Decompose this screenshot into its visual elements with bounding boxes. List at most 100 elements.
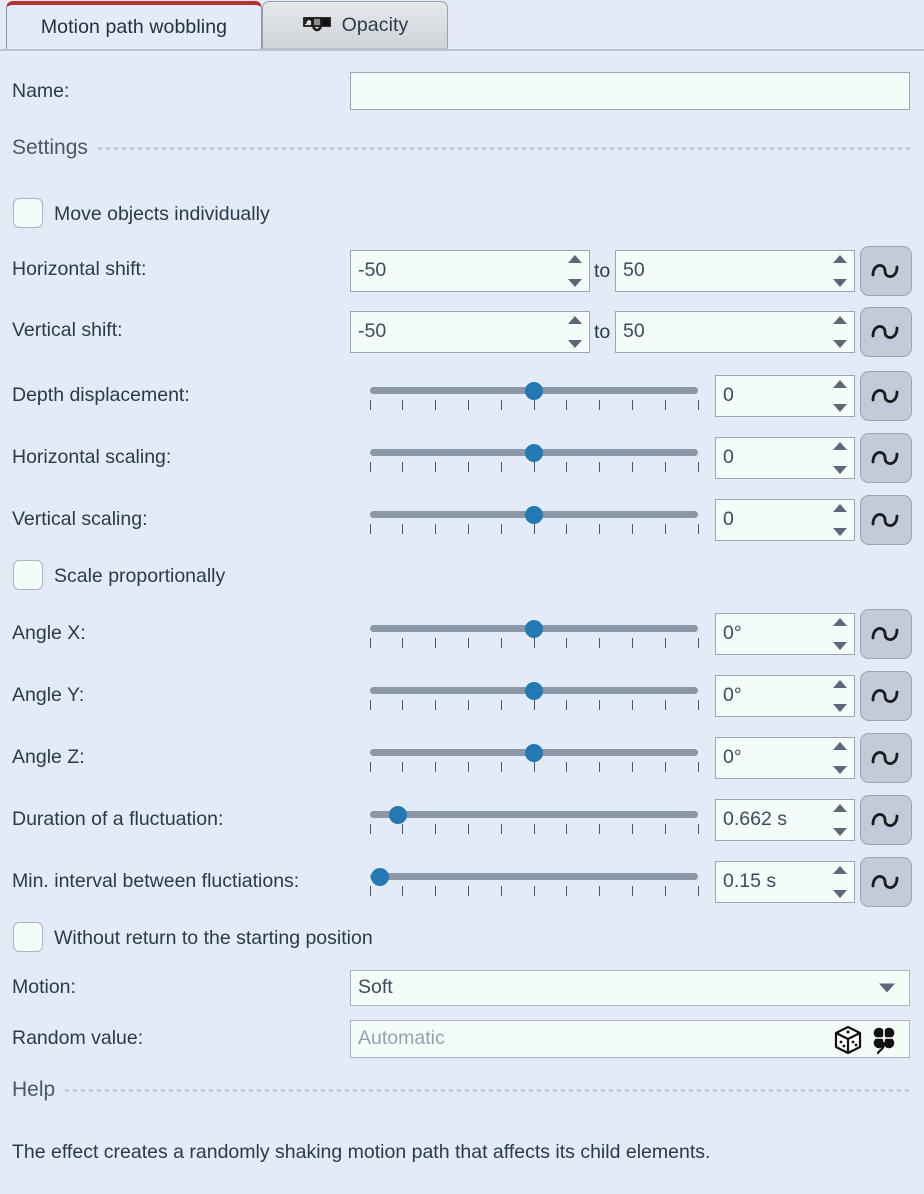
min-interval-between-fluctiations-label: Min. interval between fluctiations: — [12, 870, 300, 892]
dice-icon[interactable] — [833, 1025, 863, 1055]
stepper-up-icon[interactable] — [567, 255, 582, 263]
stepper-down-icon[interactable] — [832, 828, 847, 836]
angle-x-slider[interactable] — [369, 616, 699, 650]
slider-handle[interactable] — [525, 682, 543, 700]
min-interval-between-fluctiations-input[interactable]: 0.15 s — [715, 861, 855, 903]
stepper-down-icon[interactable] — [832, 340, 847, 348]
stepper-up-icon[interactable] — [832, 255, 847, 263]
depth-displacement-slider[interactable] — [369, 378, 699, 412]
min-interval-between-fluctiations-slider[interactable] — [369, 864, 699, 898]
min-interval-between-fluctiations-stepper[interactable] — [832, 866, 847, 898]
stepper-down-icon[interactable] — [832, 890, 847, 898]
stepper-down-icon[interactable] — [832, 404, 847, 412]
angle-x-randomize-button[interactable] — [860, 609, 912, 659]
stepper-down-icon[interactable] — [832, 279, 847, 287]
stepper-down-icon[interactable] — [567, 279, 582, 287]
stepper-up-icon[interactable] — [832, 866, 847, 874]
duration-of-a-fluctuation-randomize-button[interactable] — [860, 795, 912, 845]
horizontal-shift-from-input[interactable]: -50 — [350, 250, 590, 292]
angle-z-stepper[interactable] — [832, 742, 847, 774]
duration-of-a-fluctuation-slider[interactable] — [369, 802, 699, 836]
vertical-shift-randomize-button[interactable] — [860, 307, 912, 357]
help-text: The effect creates a randomly shaking mo… — [12, 1141, 711, 1163]
angle-z-randomize-button[interactable] — [860, 733, 912, 783]
vertical-shift-from-stepper[interactable] — [567, 316, 582, 348]
slider-handle[interactable] — [525, 382, 543, 400]
angle-y-randomize-button[interactable] — [860, 671, 912, 721]
horizontal-shift-from-stepper[interactable] — [567, 255, 582, 287]
slider-ticks — [369, 700, 699, 711]
vertical-scaling-input[interactable]: 0 — [715, 499, 855, 541]
motion-dropdown-value: Soft — [358, 976, 393, 999]
stepper-down-icon[interactable] — [832, 528, 847, 536]
horizontal-scaling-stepper[interactable] — [832, 442, 847, 474]
horizontal-shift-randomize-button[interactable] — [860, 246, 912, 296]
angle-z-label: Angle Z: — [12, 746, 85, 768]
horizontal-shift-to-stepper[interactable] — [832, 255, 847, 287]
angle-z-input[interactable]: 0° — [715, 737, 855, 779]
min-interval-between-fluctiations-randomize-button[interactable] — [860, 857, 912, 907]
random-value-input[interactable]: Automatic — [350, 1020, 910, 1058]
vertical-scaling-slider[interactable] — [369, 502, 699, 536]
tab-motion-path-wobbling[interactable]: Motion path wobbling — [6, 1, 262, 49]
stepper-up-icon[interactable] — [832, 804, 847, 812]
slider-handle[interactable] — [525, 506, 543, 524]
clover-icon[interactable] — [869, 1025, 899, 1055]
slider-handle[interactable] — [388, 806, 407, 824]
duration-of-a-fluctuation-stepper[interactable] — [832, 804, 847, 836]
slider-track[interactable] — [370, 811, 698, 818]
horizontal-shift-to-input[interactable]: 50 — [615, 250, 855, 292]
stepper-down-icon[interactable] — [832, 704, 847, 712]
wave-icon — [871, 627, 899, 641]
depth-displacement-randomize-button[interactable] — [860, 371, 912, 421]
stepper-up-icon[interactable] — [832, 680, 847, 688]
stepper-up-icon[interactable] — [832, 504, 847, 512]
stepper-up-icon[interactable] — [832, 618, 847, 626]
depth-displacement-stepper[interactable] — [832, 380, 847, 412]
settings-section-title: Settings — [12, 136, 88, 159]
chevron-down-icon[interactable] — [879, 983, 895, 993]
without-return-checkbox[interactable] — [13, 922, 43, 952]
slider-ticks — [369, 824, 699, 835]
angle-z-slider[interactable] — [369, 740, 699, 774]
stepper-down-icon[interactable] — [832, 766, 847, 774]
stepper-up-icon[interactable] — [832, 380, 847, 388]
slider-handle[interactable] — [525, 620, 543, 638]
angle-y-slider[interactable] — [369, 678, 699, 712]
duration-of-a-fluctuation-input[interactable]: 0.662 s — [715, 799, 855, 841]
stepper-up-icon[interactable] — [832, 316, 847, 324]
vertical-shift-to-label: to — [594, 321, 611, 343]
vertical-scaling-stepper[interactable] — [832, 504, 847, 536]
motion-dropdown[interactable]: Soft — [350, 970, 910, 1006]
slider-track[interactable] — [370, 873, 698, 880]
tab-opacity[interactable]: Opacity — [262, 1, 448, 49]
random-value-placeholder: Automatic — [358, 1027, 445, 1050]
stepper-down-icon[interactable] — [832, 466, 847, 474]
stepper-down-icon[interactable] — [567, 340, 582, 348]
slider-handle[interactable] — [370, 868, 389, 886]
horizontal-scaling-slider[interactable] — [369, 440, 699, 474]
depth-displacement-input[interactable]: 0 — [715, 375, 855, 417]
scale-proportionally-checkbox[interactable] — [13, 560, 43, 590]
name-label: Name: — [12, 80, 70, 102]
stepper-down-icon[interactable] — [832, 642, 847, 650]
stepper-up-icon[interactable] — [832, 742, 847, 750]
name-input[interactable] — [350, 72, 910, 110]
angle-x-stepper[interactable] — [832, 618, 847, 650]
slider-handle[interactable] — [525, 444, 543, 462]
slider-handle[interactable] — [525, 744, 543, 762]
vertical-shift-to-input[interactable]: 50 — [615, 311, 855, 353]
horizontal-scaling-randomize-button[interactable] — [860, 433, 912, 483]
angle-x-input[interactable]: 0° — [715, 613, 855, 655]
angle-y-input[interactable]: 0° — [715, 675, 855, 717]
depth-displacement-value: 0 — [723, 384, 734, 407]
stepper-up-icon[interactable] — [832, 442, 847, 450]
vertical-shift-from-input[interactable]: -50 — [350, 311, 590, 353]
duration-of-a-fluctuation-value: 0.662 s — [723, 808, 787, 831]
move-objects-individually-checkbox[interactable] — [13, 198, 43, 228]
vertical-scaling-randomize-button[interactable] — [860, 495, 912, 545]
angle-y-stepper[interactable] — [832, 680, 847, 712]
vertical-shift-to-stepper[interactable] — [832, 316, 847, 348]
stepper-up-icon[interactable] — [567, 316, 582, 324]
horizontal-scaling-input[interactable]: 0 — [715, 437, 855, 479]
